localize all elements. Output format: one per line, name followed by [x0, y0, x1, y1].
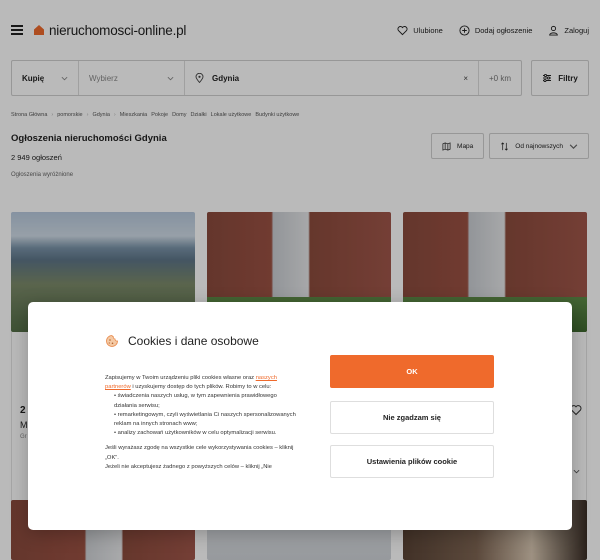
cookie-intro-text: Zapisujemy w Twoim urządzeniu pliki cook…: [105, 375, 256, 381]
cookie-modal-title: Cookies i dane osobowe: [128, 334, 259, 348]
cookie-modal-description: Zapisujemy w Twoim urządzeniu pliki cook…: [105, 374, 299, 478]
cookie-purpose-item: analizy zachowań użytkowników w celu opt…: [114, 429, 299, 438]
reject-cookies-button[interactable]: Nie zgadzam się: [330, 401, 494, 434]
cookie-purpose-item: remarketingowym, czyli wyświetlania Ci n…: [114, 411, 299, 429]
cookie-modal-header: Cookies i dane osobowe: [105, 334, 259, 348]
cookie-purpose-item: świadczenia naszych usług, w tym zapewni…: [114, 392, 299, 410]
cookie-consent-text: Jeśli wyrażasz zgodę na wszystkie cele w…: [105, 445, 294, 461]
cookie-consent-modal: Cookies i dane osobowe Zapisujemy w Twoi…: [28, 302, 572, 530]
cookie-purposes-list: świadczenia naszych usług, w tym zapewni…: [105, 392, 299, 438]
accept-cookies-button[interactable]: OK: [330, 355, 494, 388]
cookie-settings-button[interactable]: Ustawienia plików cookie: [330, 445, 494, 478]
cookie-reject-text: Jeżeli nie akceptujesz żadnego z powyższ…: [105, 463, 272, 470]
cookie-icon: [106, 335, 118, 347]
cookie-intro-text: i uzyskujemy dostęp do tych plików. Robi…: [130, 384, 272, 391]
